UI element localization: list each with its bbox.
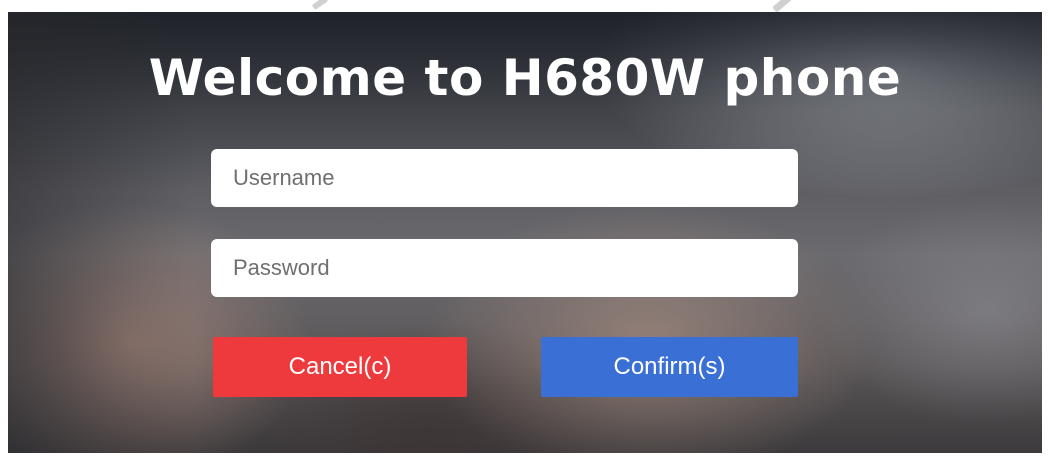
page: Welcome to H680W phone Cancel(c) Confirm… <box>0 0 1050 457</box>
cancel-button[interactable]: Cancel(c) <box>213 337 467 397</box>
confirm-button[interactable]: Confirm(s) <box>541 337 798 397</box>
password-input[interactable] <box>211 239 798 297</box>
page-title: Welcome to H680W phone <box>148 49 902 107</box>
username-input[interactable] <box>211 149 798 207</box>
watermark-mark-left <box>311 0 329 11</box>
login-panel: Welcome to H680W phone Cancel(c) Confirm… <box>8 12 1042 453</box>
watermark-mark-right <box>772 0 792 13</box>
